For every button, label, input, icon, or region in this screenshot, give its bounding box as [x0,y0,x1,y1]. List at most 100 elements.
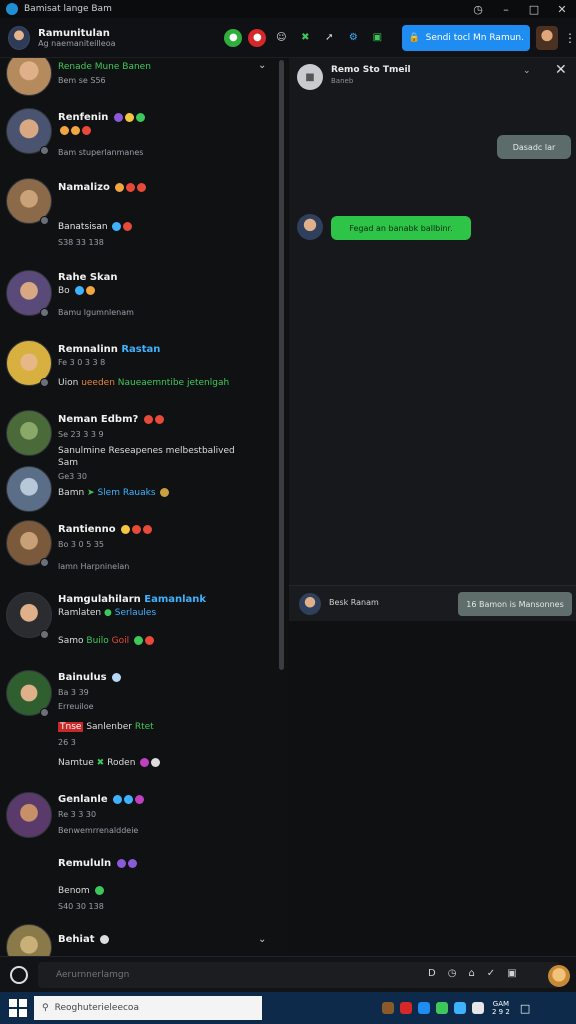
contact-name: Genlanle [58,794,145,805]
message-preview: Erreuiloe [58,702,94,711]
green-logo-icon[interactable]: ● [224,28,243,47]
footer-action-button[interactable]: 16 Bamon is Mansonnes [458,592,572,616]
taskbar: ⚲ Reoghuterieleecoa GAM 2 9 2 □ [0,992,576,1024]
taskbar-clock[interactable]: GAM 2 9 2 [492,1000,510,1016]
chevron-down-icon[interactable]: ⌄ [258,934,266,945]
profile-name: Ramunitulan [38,27,110,39]
contact-name: Namalizo [58,182,147,193]
status-badge [40,630,49,639]
message-preview: Benwemrrenalddeie [58,826,139,835]
calendar-icon[interactable]: ▣ [507,968,516,979]
contact-name: Renade Mune Banen [58,62,151,72]
message-preview: Benom [58,886,104,896]
taskbar-search-text: Reoghuterieleecoa [54,1003,139,1013]
window-title: Bamisat lange Bam [24,4,112,14]
message-preview: Banatsisan [58,222,133,232]
maximize-button[interactable]: □ [520,0,548,18]
reaction-emojis [58,126,91,136]
status-badge [40,146,49,155]
taskbar-app-icon[interactable] [382,1002,394,1014]
home-icon[interactable]: ⌂ [468,968,474,979]
clock-date: 2 9 2 [492,1008,510,1016]
contact-name: Remnalinn Rastan [58,344,161,355]
contact-name: Behiat [58,934,109,945]
avatar [6,410,52,456]
more-options-icon[interactable]: ⋮ [564,31,576,45]
red-badge-icon[interactable]: ● [248,28,267,47]
history-icon[interactable]: ◷ [464,0,492,18]
message-preview: Bem se S56 [58,76,106,85]
timestamp: Re 3 3 30 [58,810,97,819]
chat-subtitle: Baneb [331,77,354,85]
clock-icon[interactable]: ◷ [448,968,457,979]
wrench-icon[interactable]: ➚ [320,29,338,47]
notification-icon[interactable]: □ [520,1002,530,1015]
primary-send-button-label: Sendi tocl Mn Ramun. [425,32,524,43]
bottom-bar-icons: D ◷ ⌂ ✓ ▣ [428,968,517,979]
primary-send-button[interactable]: 🔒 Sendi tocl Mn Ramun. [402,24,531,51]
status-badge [40,216,49,225]
timestamp: 26 3 [58,738,76,747]
app-menu-icon[interactable] [10,966,28,984]
status-badge [40,308,49,317]
timestamp: S38 33 138 [58,238,104,247]
taskbar-search[interactable]: ⚲ Reoghuterieleecoa [34,996,262,1020]
profile-subtitle: Ag naemaniteilleoa [38,38,116,48]
chevron-down-icon[interactable]: ⌄ [258,60,266,71]
taskbar-app-icon[interactable] [400,1002,412,1014]
chat-header: ■ Remo Sto Tmeil Baneb ⌄ ✕ [289,58,576,94]
contact-name: Remululn [58,858,137,869]
footer-name: Besk Ranam [329,598,379,607]
contact-name: Hamgulahilarn Eamanlank [58,594,207,605]
empty-panel [289,621,576,956]
status-badge [40,378,49,387]
status-badge [40,558,49,567]
close-button[interactable]: ✕ [548,0,576,18]
app-header: Ramunitulan Ag naemaniteilleoa ● ● ☺ ✖ ➚… [0,18,576,58]
green-chat-icon[interactable]: ▣ [368,29,386,47]
chevron-down-icon[interactable]: ⌄ [523,66,531,76]
check-icon[interactable]: ✓ [487,968,495,979]
header-icons: ● ● ☺ ✖ ➚ ⚙ ▣ [224,28,386,47]
close-icon[interactable]: ✕ [555,62,567,78]
timestamp: Bo 3 0 5 35 [58,540,105,549]
taskbar-app-icon[interactable] [472,1002,484,1014]
contact-name: Neman Edbm? [58,414,164,425]
taskbar-app-icon[interactable] [418,1002,430,1014]
message-preview: Sam [58,458,78,468]
timestamp: Fe 3 0 3 3 8 [58,358,106,367]
message-preview: Namtue ✖ Roden [58,758,161,768]
d-icon[interactable]: D [428,968,436,979]
list-scrollbar[interactable] [279,60,284,670]
window-titlebar: Bamisat lange Bam ◷ – □ ✕ [0,0,576,18]
user-avatar[interactable] [536,25,559,50]
message-preview: lamn Harpninelan [58,562,130,571]
profile-avatar[interactable] [8,25,31,50]
gear-icon[interactable]: ⚙ [344,29,362,47]
message-preview: Samo Builo Goil [58,636,155,646]
contact-name: Rantienno [58,524,153,535]
timestamp: Ge3 30 [58,472,87,481]
timestamp: Se 23 3 3 9 [58,430,104,439]
contact-name: Renfenin [58,112,145,123]
timestamp: S40 30 138 [58,902,104,911]
message-preview: Bamu lgumnlenam [58,308,134,317]
x-logo-icon[interactable]: ✖ [296,29,314,47]
message-preview: Bo [58,286,95,296]
sender-avatar [297,214,323,240]
windows-start-icon[interactable] [6,996,30,1020]
app-logo-icon [6,3,18,15]
chat-avatar-icon: ■ [297,64,323,90]
chat-panel: ■ Remo Sto Tmeil Baneb ⌄ ✕ Dasadc lar Fe… [289,58,576,621]
chat-title: Remo Sto Tmeil [331,65,411,75]
avatar [6,58,52,96]
user-avatar[interactable] [548,965,570,987]
contact-name: Bainulus [58,672,122,683]
taskbar-app-icon[interactable] [454,1002,466,1014]
minimize-button[interactable]: – [492,0,520,18]
outgoing-message: Dasadc lar [497,135,571,159]
conversation-list[interactable]: Renade Mune Banen Bem se S56 ⌄ Renfenin … [0,58,287,956]
taskbar-app-icon[interactable] [436,1002,448,1014]
smiley-icon[interactable]: ☺ [272,29,290,47]
avatar [6,466,52,512]
